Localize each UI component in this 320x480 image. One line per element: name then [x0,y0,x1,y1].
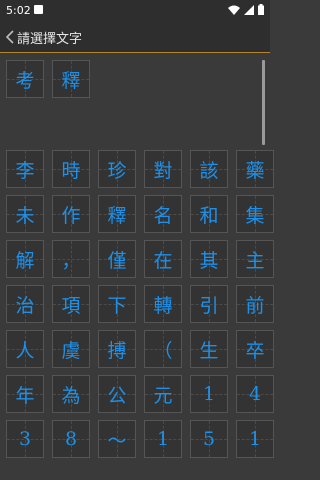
char-cell[interactable]: 1 [144,420,182,458]
char-label: 珍 [107,159,127,182]
char-label: 治 [15,294,35,317]
char-cell[interactable]: 名 [144,195,182,233]
status-time: 5:02 [6,4,31,17]
char-cell[interactable]: 卒 [236,330,274,368]
char-cell[interactable]: 該 [190,150,228,188]
char-cell[interactable]: 其 [190,240,228,278]
char-label: ～ [107,429,127,452]
char-cell[interactable]: 元 [144,375,182,413]
char-cell[interactable]: 李 [6,150,44,188]
selected-char[interactable]: 考 [6,60,44,98]
selected-char[interactable]: 釋 [52,60,90,98]
char-label: 1 [202,383,216,405]
char-label: 卒 [245,339,265,362]
char-label: 主 [245,249,265,272]
char-cell[interactable]: 4 [236,375,274,413]
char-label: 人 [15,339,35,362]
char-cell[interactable]: 前 [236,285,274,323]
wifi-icon [228,5,240,15]
scrollbar[interactable] [262,60,265,145]
char-cell[interactable]: 引 [190,285,228,323]
char-label: ， [61,249,81,272]
char-label: 引 [199,294,219,317]
char-cell[interactable]: 集 [236,195,274,233]
battery-icon [258,4,264,15]
char-label: 作 [61,204,81,227]
char-label: 藥 [245,159,265,182]
char-cell[interactable]: 為 [52,375,90,413]
char-label: 為 [61,384,81,407]
char-cell[interactable]: 8 [52,420,90,458]
char-cell[interactable]: 主 [236,240,274,278]
char-cell[interactable]: 解 [6,240,44,278]
char-label: 在 [153,249,173,272]
char-label: 李 [15,159,35,182]
char-label: 搏 [107,339,127,362]
char-cell[interactable]: 1 [236,420,274,458]
char-cell[interactable]: 3 [6,420,44,458]
char-label: 1 [248,428,262,450]
char-label: 元 [153,384,173,407]
char-label: 對 [153,159,173,182]
char-label: 前 [245,294,265,317]
char-label: 該 [199,159,219,182]
char-label: 未 [15,204,35,227]
char-label: 8 [64,428,78,450]
char-label: 年 [15,384,35,407]
char-cell[interactable]: 時 [52,150,90,188]
char-cell[interactable]: 生 [190,330,228,368]
status-bar: 5:02 [0,0,270,22]
notification-icon [34,5,43,14]
char-cell[interactable]: 下 [98,285,136,323]
char-label: 5 [202,428,216,450]
char-label: 集 [245,204,265,227]
char-cell[interactable]: 在 [144,240,182,278]
char-label: 名 [153,204,173,227]
character-grid: 李 時 珍 對 該 藥未 作 釋 名 和 集解 ， 僅 在 其 主治 項 下 轉 引 前人 虞 搏 （ 生 卒年 為 公 元 1 4 3 8 ～ 1… [6,150,274,458]
char-cell[interactable]: 釋 [98,195,136,233]
char-label: 其 [199,249,219,272]
char-label: 時 [61,159,81,182]
page-title: 請選擇文字 [17,32,83,47]
char-label: 生 [199,339,219,362]
char-cell[interactable]: 轉 [144,285,182,323]
signal-icon [244,4,254,15]
char-label: 4 [248,383,262,405]
char-cell[interactable]: 公 [98,375,136,413]
char-cell[interactable]: 和 [190,195,228,233]
char-label: 公 [107,384,127,407]
char-cell[interactable]: 作 [52,195,90,233]
app-bar: 請選擇文字 [0,22,270,53]
char-label: 3 [18,428,32,450]
char-cell[interactable]: 珍 [98,150,136,188]
char-cell[interactable]: 搏 [98,330,136,368]
char-cell[interactable]: 項 [52,285,90,323]
char-cell[interactable]: 治 [6,285,44,323]
char-label: 和 [199,204,219,227]
char-cell[interactable]: 年 [6,375,44,413]
char-cell[interactable]: 1 [190,375,228,413]
char-cell[interactable]: ～ [98,420,136,458]
char-label: （ [153,339,173,362]
char-cell[interactable]: 對 [144,150,182,188]
char-label: 虞 [61,339,81,362]
char-cell[interactable]: 5 [190,420,228,458]
status-icons [228,4,264,15]
char-label: 轉 [153,294,173,317]
char-cell[interactable]: 人 [6,330,44,368]
char-cell[interactable]: 未 [6,195,44,233]
char-cell[interactable]: 虞 [52,330,90,368]
char-label: 1 [156,428,170,450]
char-cell[interactable]: （ [144,330,182,368]
char-label: 項 [61,294,81,317]
char-cell[interactable]: 藥 [236,150,274,188]
char-cell[interactable]: ， [52,240,90,278]
char-label: 解 [15,249,35,272]
back-arrow-icon[interactable] [3,29,17,45]
char-cell[interactable]: 僅 [98,240,136,278]
char-label: 下 [107,294,127,317]
char-label: 僅 [107,249,127,272]
char-label: 釋 [107,204,127,227]
selected-characters: 考 釋 [6,60,258,140]
